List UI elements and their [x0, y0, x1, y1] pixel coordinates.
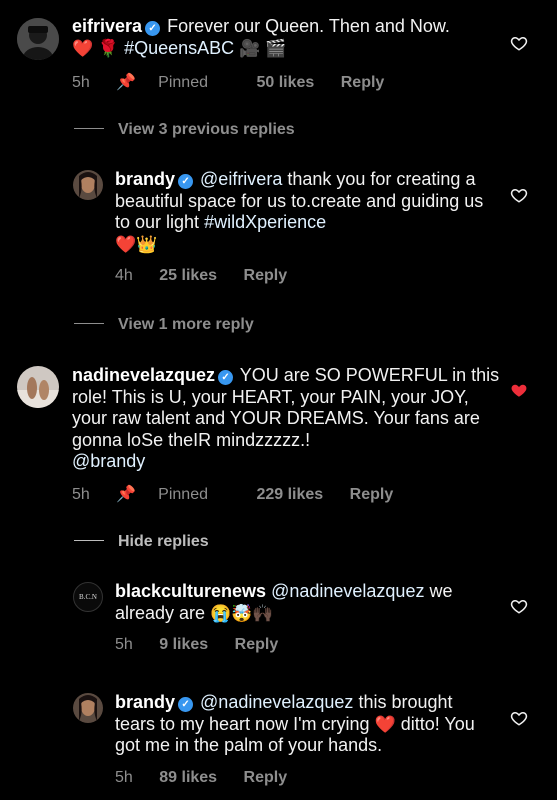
emoji: ❤️👑 [115, 234, 158, 254]
avatar[interactable] [73, 693, 103, 723]
thread-line [74, 540, 104, 541]
avatar-text: B.C.N [79, 593, 97, 601]
username[interactable]: brandy [115, 692, 175, 712]
comment-text: brandy ✓ @nadinevelazquez this brought te… [115, 692, 495, 757]
verified-badge-icon: ✓ [178, 697, 194, 712]
username[interactable]: blackculturenews [115, 581, 266, 601]
mention-link[interactable]: @nadinevelazquez [200, 692, 353, 712]
username[interactable]: eifrivera [72, 16, 142, 36]
username[interactable]: brandy [115, 169, 175, 189]
comment-meta: 4h 25 likes Reply [115, 267, 309, 285]
emoji: ❤️ 🌹 [72, 38, 120, 58]
pinned-label: 📌 Pinned [116, 74, 208, 91]
avatar[interactable] [17, 366, 59, 408]
liked-heart-icon[interactable] [510, 381, 528, 399]
likes-count[interactable]: 25 likes [159, 267, 217, 284]
thread-line [74, 323, 104, 324]
hashtag-link[interactable]: #wildXperience [204, 212, 326, 232]
timestamp: 5h [115, 636, 133, 653]
mention-link[interactable]: @nadinevelazquez [271, 581, 424, 601]
comment-text: eifrivera ✓ Forever our Queen. Then and N… [72, 16, 512, 59]
timestamp: 5h [72, 486, 90, 503]
thread-line [74, 128, 104, 129]
like-heart-icon[interactable] [510, 34, 528, 52]
reply-button[interactable]: Reply [244, 769, 288, 786]
avatar-image [17, 18, 59, 60]
emoji: ❤️ [374, 714, 396, 734]
like-heart-icon[interactable] [510, 709, 528, 727]
timestamp: 5h [72, 74, 90, 91]
emoji: 😭🤯🙌🏿 [210, 603, 274, 623]
avatar[interactable] [73, 170, 103, 200]
reply-button[interactable]: Reply [235, 636, 279, 653]
reply-button[interactable]: Reply [244, 267, 288, 284]
comment-meta: 5h 📌 Pinned 229 likes Reply [72, 484, 415, 504]
verified-badge-icon: ✓ [178, 174, 194, 189]
mention-link[interactable]: @brandy [72, 451, 145, 471]
like-heart-icon[interactable] [510, 186, 528, 204]
likes-count[interactable]: 229 likes [256, 486, 323, 503]
hide-replies-button[interactable]: Hide replies [74, 533, 209, 551]
emoji: 🎥 🎬 [239, 38, 287, 58]
avatar-image [73, 693, 103, 723]
likes-count[interactable]: 89 likes [159, 769, 217, 786]
likes-count[interactable]: 9 likes [159, 636, 208, 653]
view-more-replies-button[interactable]: View 1 more reply [74, 316, 254, 334]
mention-link[interactable]: @eifrivera [200, 169, 282, 189]
verified-badge-icon: ✓ [145, 21, 161, 36]
timestamp: 5h [115, 769, 133, 786]
likes-count[interactable]: 50 likes [256, 74, 314, 91]
pin-icon: 📌 [116, 486, 137, 503]
hashtag-link[interactable]: #QueensABC [124, 38, 234, 58]
comment-text: brandy ✓ @eifrivera thank you for creatin… [115, 169, 495, 255]
comment-meta: 5h 89 likes Reply [115, 769, 309, 787]
reply-button[interactable]: Reply [350, 486, 394, 503]
pinned-label: 📌 Pinned [116, 486, 208, 503]
avatar[interactable]: B.C.N [73, 582, 103, 612]
timestamp: 4h [115, 267, 133, 284]
reply-button[interactable]: Reply [341, 74, 385, 91]
view-previous-replies-button[interactable]: View 3 previous replies [74, 121, 295, 139]
avatar-image [17, 366, 59, 408]
comment-text: nadinevelazquez ✓ YOU are SO POWERFUL in … [72, 365, 502, 473]
comment-text: blackculturenews @nadinevelazquez we alr… [115, 581, 495, 624]
comment-meta: 5h 9 likes Reply [115, 636, 300, 654]
avatar-image [73, 170, 103, 200]
avatar[interactable] [17, 18, 59, 60]
comment-body: Forever our Queen. Then and Now. [167, 16, 450, 36]
verified-badge-icon: ✓ [218, 370, 234, 385]
comment-meta: 5h 📌 Pinned 50 likes Reply [72, 72, 406, 92]
username[interactable]: nadinevelazquez [72, 365, 215, 385]
pin-icon: 📌 [116, 74, 137, 91]
like-heart-icon[interactable] [510, 597, 528, 615]
